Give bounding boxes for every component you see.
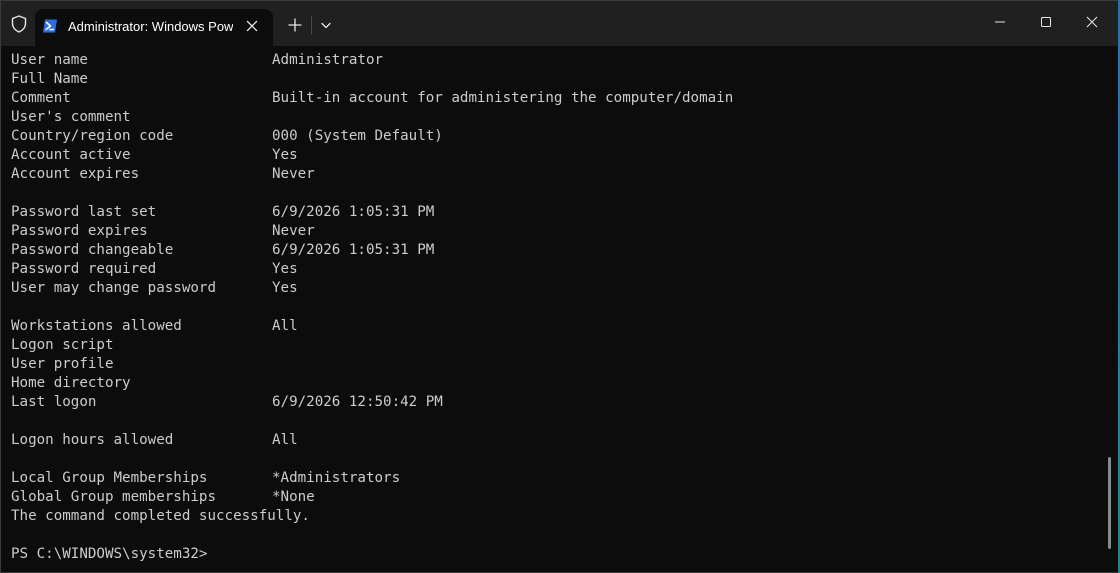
prompt-text: PS C:\WINDOWS\system32> xyxy=(11,546,208,562)
terminal-prompt[interactable]: PS C:\WINDOWS\system32> xyxy=(11,545,207,564)
terminal-line: Home directory xyxy=(11,374,131,393)
terminal-line: User's comment xyxy=(11,108,131,127)
line-value: Yes xyxy=(272,147,298,163)
minimize-button[interactable] xyxy=(977,1,1023,43)
line-key: Password required xyxy=(11,261,157,277)
line-value: Never xyxy=(272,223,315,239)
line-value: Never xyxy=(272,166,315,182)
line-key: User's comment xyxy=(11,109,131,125)
terminal-output[interactable]: User name Administrator Full Name Comment… xyxy=(1,46,1105,572)
line-key: User may change password xyxy=(11,280,216,296)
line-key: Comment xyxy=(11,90,71,106)
terminal-line: Full Name xyxy=(11,70,88,89)
line-key: Password last set xyxy=(11,204,157,220)
title-bar[interactable]: Administrator: Windows PowerShell xyxy=(1,1,1119,46)
line-key: Logon hours allowed xyxy=(11,432,174,448)
terminal-line: Logon script xyxy=(11,336,114,355)
line-key: Workstations allowed xyxy=(11,318,182,334)
terminal-line: The command completed successfully. xyxy=(11,507,310,526)
line-value: Built-in account for administering the c… xyxy=(272,90,734,106)
terminal-line: Password last set 6/9/2026 1:05:31 PM xyxy=(11,203,434,222)
terminal-line: Local Group Memberships *Administrators xyxy=(11,469,400,488)
terminal-line: Global Group memberships *None xyxy=(11,488,315,507)
line-key: User name xyxy=(11,52,88,68)
plus-icon[interactable] xyxy=(284,14,306,36)
terminal-line: Password required Yes xyxy=(11,260,298,279)
tab-powershell[interactable]: Administrator: Windows PowerShell xyxy=(35,9,273,46)
line-key: Full Name xyxy=(11,71,88,87)
line-value: 6/9/2026 1:05:31 PM xyxy=(272,204,435,220)
terminal-window: Administrator: Windows PowerShell xyxy=(0,0,1120,573)
line-value: 000 (System Default) xyxy=(272,128,443,144)
line-key: Logon script xyxy=(11,337,114,353)
line-key: The command completed successfully. xyxy=(11,508,310,524)
line-key: Country/region code xyxy=(11,128,174,144)
line-key: Last logon xyxy=(11,394,97,410)
terminal-line: Workstations allowed All xyxy=(11,317,298,336)
line-value: *None xyxy=(272,489,315,505)
terminal-line: Logon hours allowed All xyxy=(11,431,298,450)
line-key: Account expires xyxy=(11,166,140,182)
shield-icon xyxy=(9,14,29,34)
terminal-line: Account active Yes xyxy=(11,146,298,165)
terminal-line: Account expires Never xyxy=(11,165,315,184)
terminal-line: Password expires Never xyxy=(11,222,315,241)
line-key: Password expires xyxy=(11,223,148,239)
terminal-line: Password changeable 6/9/2026 1:05:31 PM xyxy=(11,241,434,260)
close-icon[interactable] xyxy=(243,17,261,35)
line-value: Yes xyxy=(272,261,298,277)
terminal-line: User name Administrator xyxy=(11,51,383,70)
line-key: Global Group memberships xyxy=(11,489,216,505)
close-window-button[interactable] xyxy=(1069,1,1115,43)
scrollbar-thumb[interactable] xyxy=(1108,457,1111,549)
maximize-icon xyxy=(1041,17,1051,27)
terminal-line: User may change password Yes xyxy=(11,279,298,298)
powershell-icon xyxy=(42,18,58,34)
terminal-line: Last logon 6/9/2026 12:50:42 PM xyxy=(11,393,443,412)
chevron-down-icon[interactable] xyxy=(316,15,336,35)
tab-separator xyxy=(311,16,312,34)
line-key: User profile xyxy=(11,356,114,372)
line-value: *Administrators xyxy=(272,470,401,486)
line-value: Yes xyxy=(272,280,298,296)
line-key: Account active xyxy=(11,147,131,163)
tab-title: Administrator: Windows PowerShell xyxy=(68,19,233,34)
terminal-line: User profile xyxy=(11,355,114,374)
terminal-line: Comment Built-in account for administerin… xyxy=(11,89,733,108)
line-value: Administrator xyxy=(272,52,384,68)
maximize-button[interactable] xyxy=(1023,1,1069,43)
line-value: All xyxy=(272,432,298,448)
line-value: All xyxy=(272,318,298,334)
minimize-icon xyxy=(995,21,1005,23)
close-icon xyxy=(1086,16,1098,28)
line-value: 6/9/2026 1:05:31 PM xyxy=(272,242,435,258)
terminal-line: Country/region code 000 (System Default) xyxy=(11,127,443,146)
line-value: 6/9/2026 12:50:42 PM xyxy=(272,394,443,410)
line-key: Password changeable xyxy=(11,242,174,258)
line-key: Local Group Memberships xyxy=(11,470,208,486)
line-key: Home directory xyxy=(11,375,131,391)
